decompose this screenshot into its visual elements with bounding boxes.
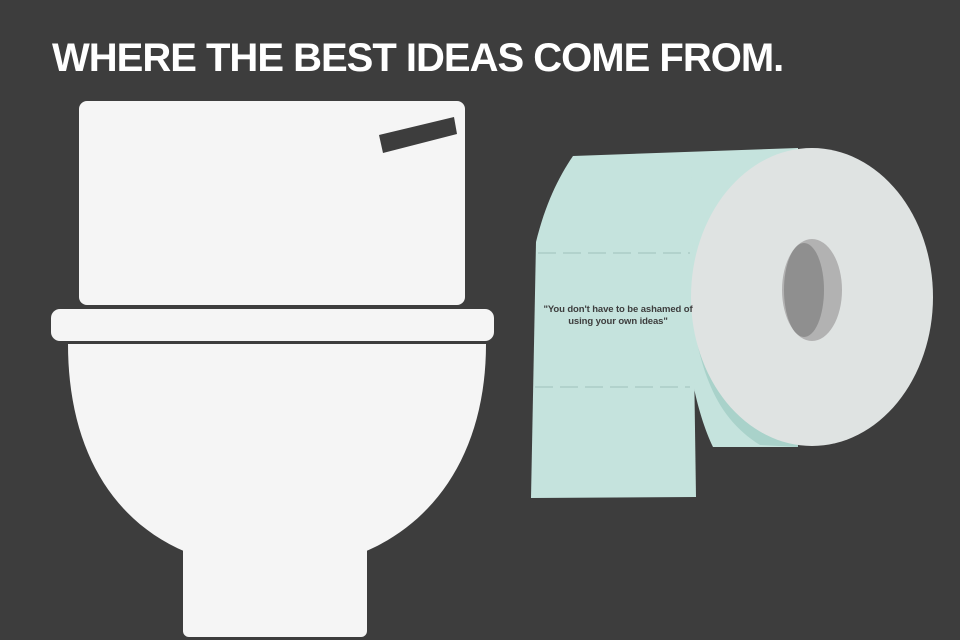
illustration bbox=[51, 101, 933, 637]
toilet-icon bbox=[51, 101, 494, 637]
roll-core-hole bbox=[784, 243, 824, 337]
toilet-seat-rim bbox=[51, 309, 494, 341]
toilet-bowl bbox=[68, 344, 486, 552]
toilet-base bbox=[183, 540, 367, 637]
infographic-canvas: WHERE THE BEST IDEAS COME FROM. "You don… bbox=[0, 0, 960, 640]
paper-quote-text: "You don't have to be ashamed of using y… bbox=[543, 304, 693, 327]
